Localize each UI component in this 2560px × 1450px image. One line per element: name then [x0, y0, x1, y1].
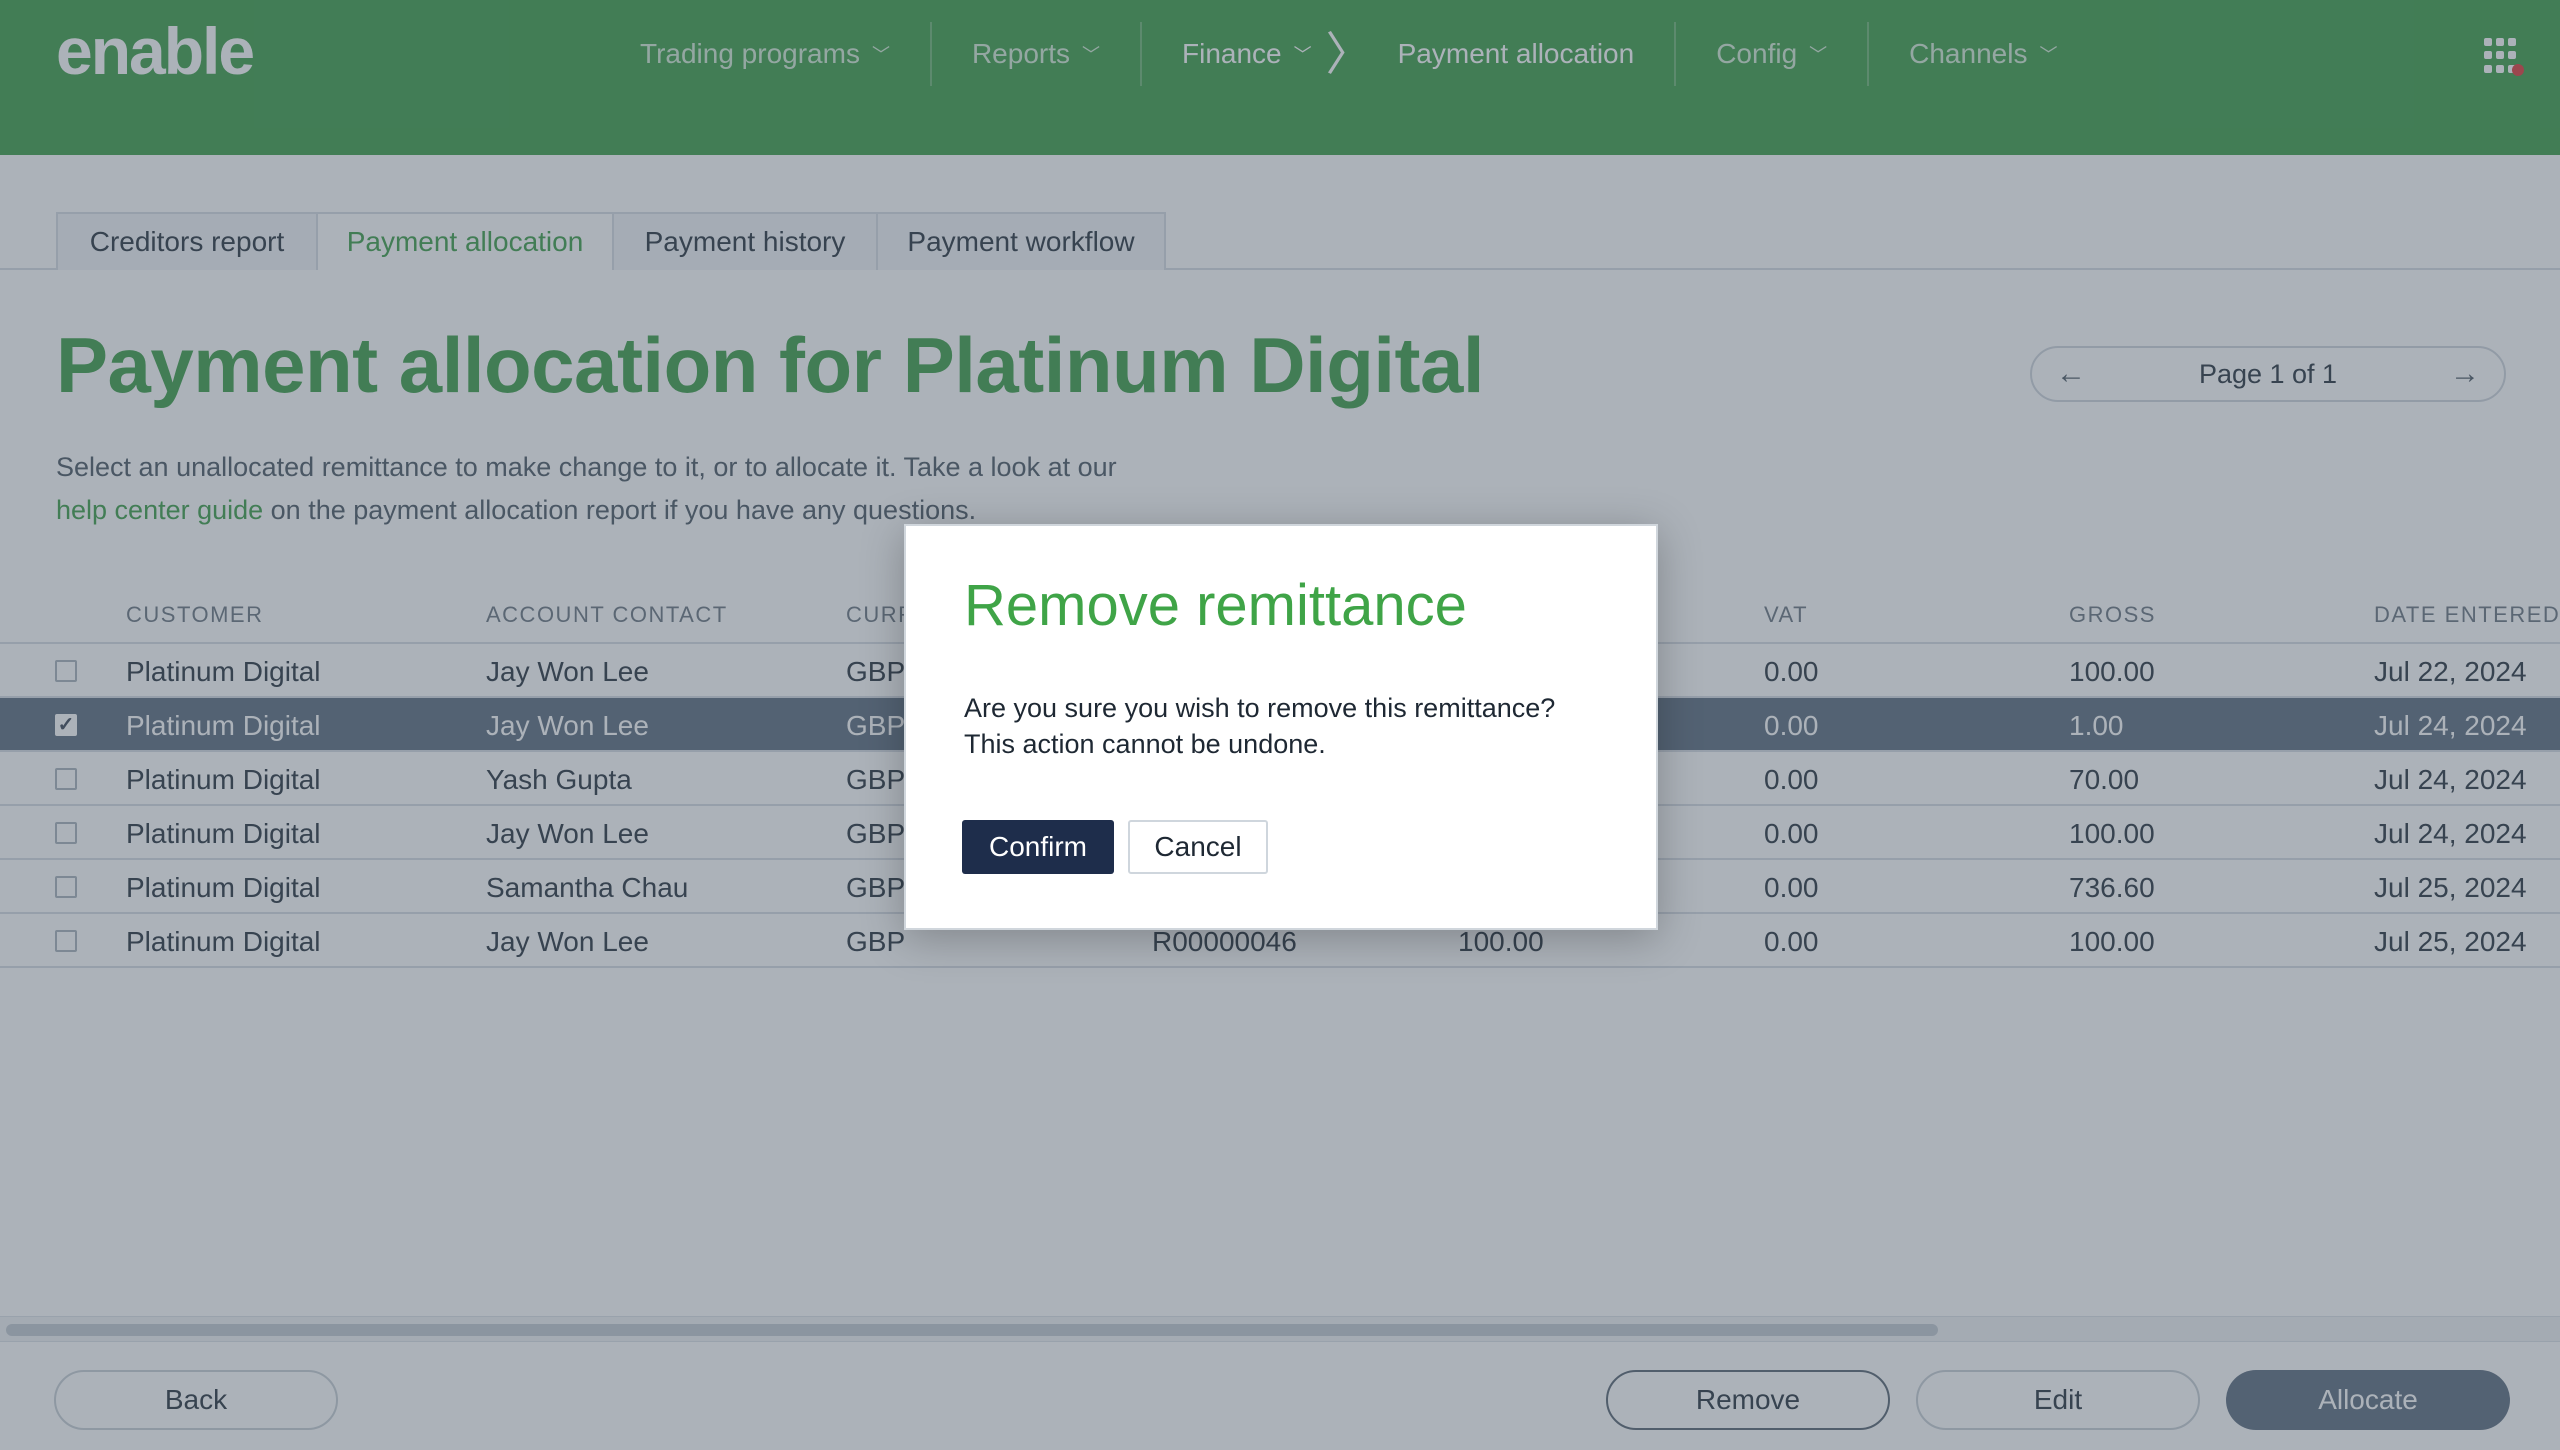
cancel-button[interactable]: Cancel	[1128, 820, 1268, 874]
confirm-button[interactable]: Confirm	[962, 820, 1114, 874]
dialog-title: Remove remittance	[964, 573, 1467, 638]
dialog-message-line-2: This action cannot be undone.	[964, 729, 1326, 759]
remove-remittance-dialog: Remove remittance Are you sure you wish …	[904, 524, 1658, 930]
dialog-message: Are you sure you wish to remove this rem…	[964, 690, 1624, 762]
dialog-message-line-1: Are you sure you wish to remove this rem…	[964, 693, 1556, 723]
